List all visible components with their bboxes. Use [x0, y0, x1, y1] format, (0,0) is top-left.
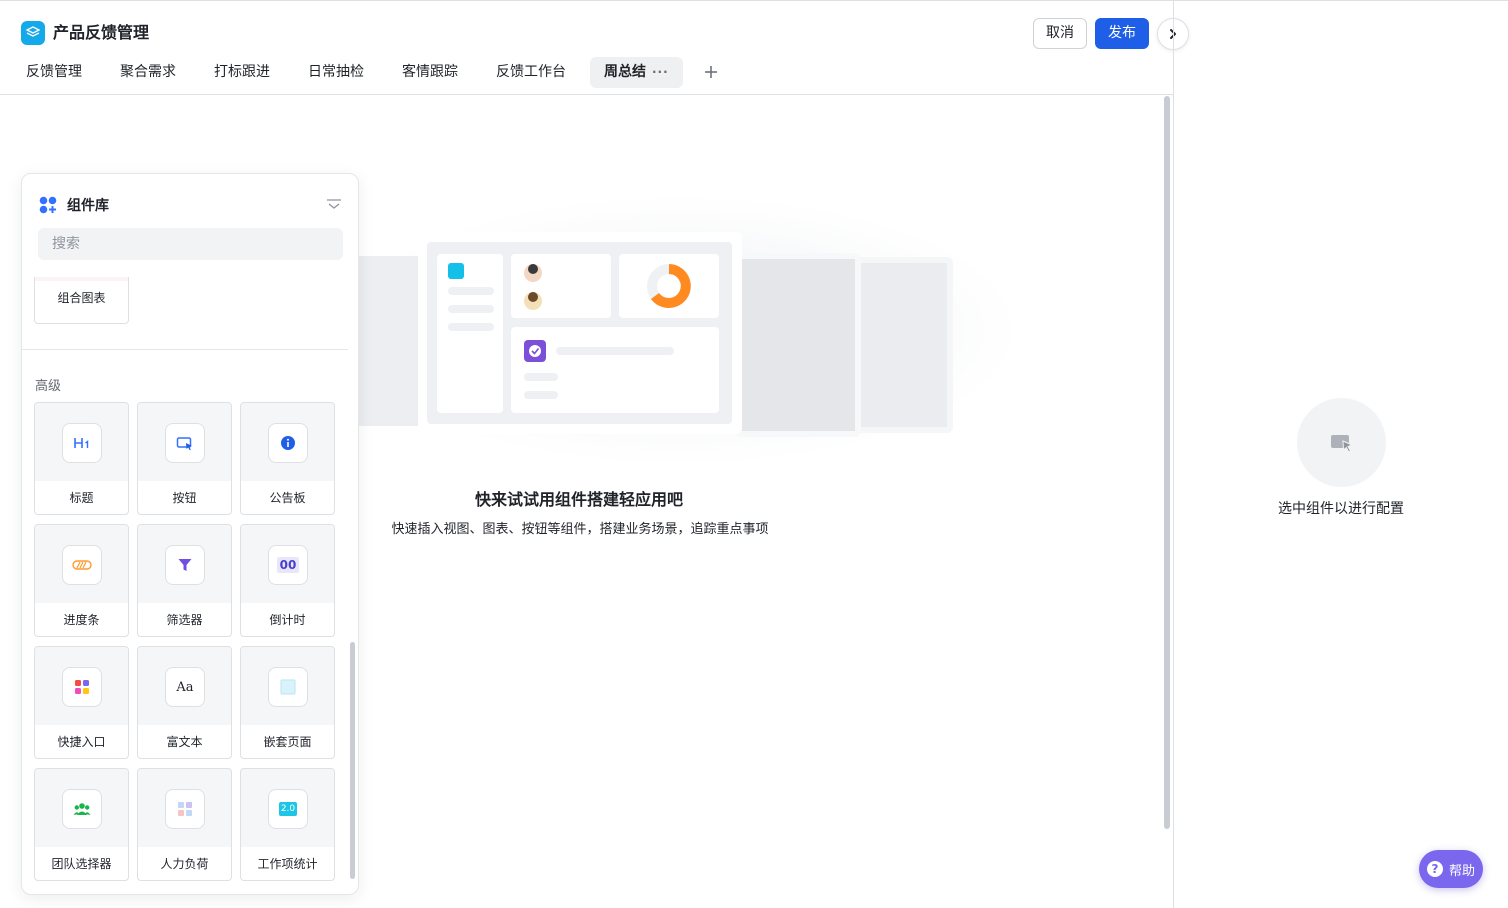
tab-aggregated-requirements[interactable]: 聚合需求	[106, 57, 190, 88]
progress-icon	[62, 545, 102, 585]
component-card-button[interactable]: 按钮	[137, 402, 232, 515]
section-divider	[22, 349, 348, 350]
workload-icon	[165, 789, 205, 829]
select-component-icon	[1297, 398, 1386, 487]
component-label: 人力负荷	[160, 857, 209, 871]
app-title: 产品反馈管理	[53, 23, 150, 42]
component-label: 组合图表	[57, 291, 106, 305]
component-label: 富文本	[166, 735, 203, 749]
empty-state-illustration	[340, 195, 1020, 465]
plus-icon	[704, 66, 717, 78]
countdown-icon: 00	[268, 545, 308, 585]
tab-feedback-management[interactable]: 反馈管理	[12, 57, 96, 88]
tab-tagging-followup[interactable]: 打标跟进	[200, 57, 284, 88]
question-icon: ?	[1426, 861, 1443, 877]
component-card-combo-chart[interactable]: 组合图表	[34, 277, 129, 324]
component-label: 团队选择器	[51, 857, 112, 871]
component-label: 标题	[69, 491, 94, 505]
component-card-heading[interactable]: 标题	[34, 402, 129, 515]
help-label: 帮助	[1448, 863, 1475, 879]
team-icon	[62, 789, 102, 829]
component-label: 快捷入口	[57, 735, 106, 749]
section-label-advanced: 高级	[35, 379, 62, 394]
library-scrollbar[interactable]	[350, 642, 355, 879]
help-button[interactable]: ? 帮助	[1419, 850, 1483, 888]
component-label: 公告板	[269, 491, 306, 505]
button-icon	[165, 423, 205, 463]
heading-icon	[62, 423, 102, 463]
component-card-work-item-stats[interactable]: 2.0 工作项统计	[240, 768, 335, 881]
component-label: 进度条	[63, 613, 100, 627]
config-hint: 选中组件以进行配置	[1278, 501, 1404, 517]
component-card-countdown[interactable]: 00 倒计时	[240, 524, 335, 637]
component-label: 按钮	[172, 491, 197, 505]
publish-button[interactable]: 发布	[1095, 18, 1149, 49]
component-card-team-selector[interactable]: 团队选择器	[34, 768, 129, 881]
component-card-rich-text[interactable]: Aa 富文本	[137, 646, 232, 759]
component-search-input[interactable]	[38, 228, 343, 260]
tab-weekly-summary[interactable]: 周总结 ···	[590, 56, 683, 88]
component-card-workload[interactable]: 人力负荷	[137, 768, 232, 881]
info-icon	[268, 423, 308, 463]
collapse-panel-icon[interactable]	[326, 198, 342, 212]
component-label: 工作项统计	[257, 857, 318, 871]
component-library-panel: 组件库 组合图表 高级 标题 按钮 公告板	[21, 173, 359, 895]
app-logo-icon	[21, 21, 45, 45]
nested-page-icon	[268, 667, 308, 707]
filter-icon	[165, 545, 205, 585]
tab-feedback-workbench[interactable]: 反馈工作台	[482, 57, 580, 88]
component-label: 倒计时	[269, 613, 306, 627]
component-card-nested-page[interactable]: 嵌套页面	[240, 646, 335, 759]
app-header: 产品反馈管理 取消 发布 反馈管理 聚合需求 打标跟进 日常抽检 客情跟踪 反馈…	[0, 1, 1189, 95]
component-library-icon	[39, 196, 57, 214]
richtext-icon-text: Aa	[176, 679, 194, 695]
component-card-progress-bar[interactable]: 进度条	[34, 524, 129, 637]
tab-customer-tracking[interactable]: 客情跟踪	[388, 57, 472, 88]
component-card-shortcut[interactable]: 快捷入口	[34, 646, 129, 759]
add-tab-button[interactable]	[697, 58, 725, 86]
page-tabs: 反馈管理 聚合需求 打标跟进 日常抽检 客情跟踪 反馈工作台 周总结 ···	[12, 56, 725, 88]
tab-weekly-summary-label: 周总结	[604, 63, 646, 80]
empty-state-description: 快速插入视图、图表、按钮等组件，搭建业务场景，追踪重点事项	[391, 522, 769, 537]
component-label: 筛选器	[166, 613, 203, 627]
stats-icon: 2.0	[268, 789, 308, 829]
panel-divider	[1173, 1, 1174, 908]
cancel-button[interactable]: 取消	[1033, 18, 1087, 49]
shortcut-icon	[62, 667, 102, 707]
component-card-notice-board[interactable]: 公告板	[240, 402, 335, 515]
empty-state-title: 快来试试用组件搭建轻应用吧	[474, 490, 683, 509]
component-library-title: 组件库	[67, 198, 109, 214]
card-preview	[35, 277, 128, 281]
component-label: 嵌套页面	[263, 735, 312, 749]
richtext-icon: Aa	[165, 667, 205, 707]
component-card-filter[interactable]: 筛选器	[137, 524, 232, 637]
more-options-icon[interactable]: ···	[652, 57, 669, 88]
stats-icon-text: 2.0	[278, 802, 298, 816]
tab-daily-inspection[interactable]: 日常抽检	[294, 57, 378, 88]
canvas-scrollbar[interactable]	[1164, 96, 1170, 829]
countdown-icon-text: 00	[276, 557, 300, 573]
